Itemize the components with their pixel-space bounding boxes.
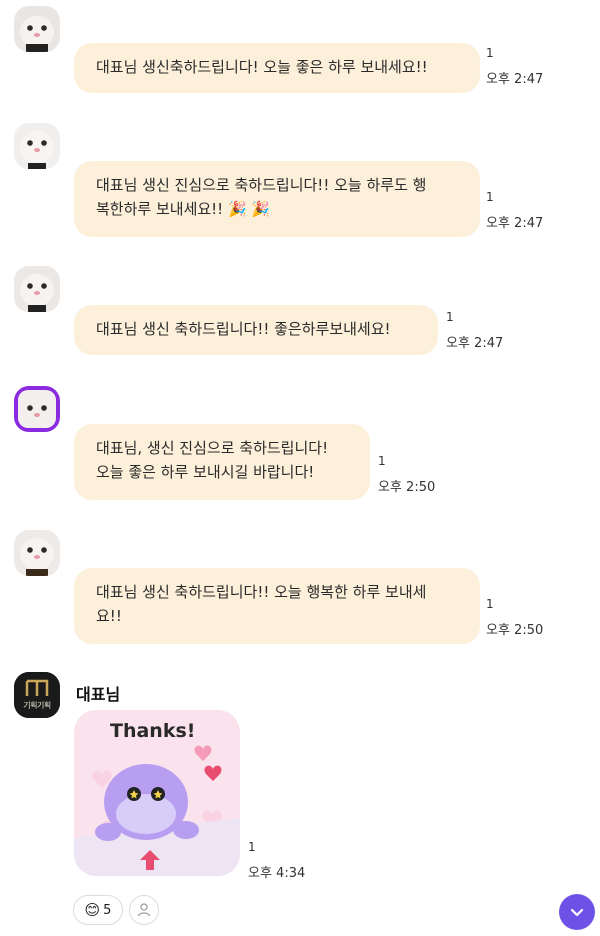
unread-count: 1 (248, 840, 256, 854)
cat-avatar-icon (14, 123, 60, 169)
message-text-line: 오늘 좋은 하루 보내시길 바랍니다! (96, 463, 315, 481)
unread-count: 1 (446, 310, 454, 324)
unread-count: 1 (486, 46, 494, 60)
company-logo-text: 기획기획 (23, 701, 51, 710)
sender-name: 대표님 (76, 685, 121, 704)
message-time: 오후 2:47 (486, 216, 544, 231)
reaction-count: 5 (103, 902, 112, 918)
thanks-sticker[interactable]: Thanks! (74, 710, 240, 876)
message-meta: 1 오후 2:47 (486, 46, 543, 87)
message-meta: 1 오후 2:47 (446, 310, 503, 351)
avatar-cat[interactable] (14, 6, 60, 52)
company-logo-icon (14, 672, 60, 718)
message-meta: 1 오후 2:50 (486, 597, 543, 638)
message-text: 대표님 생신축하드립니다! 오늘 좋은 하루 보내세요!! (96, 58, 428, 76)
message-text-line: 복한하루 보내세요!! 🎉 🎉 (96, 200, 271, 218)
cat-avatar-icon (14, 386, 60, 432)
message-time: 오후 2:47 (486, 72, 544, 87)
message-text-line: 대표님 생신 진심으로 축하드립니다!! 오늘 하루도 행 (96, 176, 427, 194)
cat-avatar-icon (14, 530, 60, 576)
unread-count: 1 (378, 454, 386, 468)
scroll-down-button[interactable] (559, 894, 595, 930)
message-time: 오후 4:34 (248, 866, 306, 881)
person-icon (137, 903, 151, 917)
message-meta: 1 오후 2:47 (486, 190, 543, 231)
avatar-cat[interactable] (14, 266, 60, 312)
avatar-boss[interactable]: 기획기획 (14, 672, 60, 718)
unread-count: 1 (486, 190, 494, 204)
message-time: 오후 2:50 (486, 623, 544, 638)
message-bubble[interactable]: 대표님 생신 축하드립니다!! 오늘 행복한 하루 보내세 요!! (74, 568, 480, 644)
reaction-chip[interactable]: 😊 5 (73, 895, 123, 925)
chevron-down-icon (570, 908, 584, 917)
message-meta: 1 오후 2:50 (378, 454, 435, 495)
message-bubble[interactable]: 대표님, 생신 진심으로 축하드립니다! 오늘 좋은 하루 보내시길 바랍니다! (74, 424, 370, 500)
message-text: 대표님 생신 축하드립니다!! 좋은하루보내세요! (96, 320, 391, 338)
message-text-line: 대표님, 생신 진심으로 축하드립니다! (96, 439, 329, 457)
message-meta: 1 오후 4:34 (248, 840, 305, 881)
cat-avatar-icon (14, 6, 60, 52)
sticker-text: Thanks! (110, 720, 196, 742)
unread-count: 1 (486, 597, 494, 611)
avatar-cat[interactable] (14, 530, 60, 576)
avatar-cat[interactable] (14, 386, 60, 432)
message-bubble[interactable]: 대표님 생신 진심으로 축하드립니다!! 오늘 하루도 행 복한하루 보내세요!… (74, 161, 480, 237)
message-time: 오후 2:47 (446, 336, 504, 351)
cat-avatar-icon (14, 266, 60, 312)
avatar-cat[interactable] (14, 123, 60, 169)
smile-emoji-icon: 😊 (84, 901, 101, 919)
message-bubble[interactable]: 대표님 생신축하드립니다! 오늘 좋은 하루 보내세요!! (74, 43, 480, 93)
message-text-line: 대표님 생신 축하드립니다!! 오늘 행복한 하루 보내세 (96, 583, 427, 601)
reaction-users-button[interactable] (129, 895, 159, 925)
message-text-line: 요!! (96, 607, 122, 625)
message-time: 오후 2:50 (378, 480, 436, 495)
message-bubble[interactable]: 대표님 생신 축하드립니다!! 좋은하루보내세요! (74, 305, 438, 355)
